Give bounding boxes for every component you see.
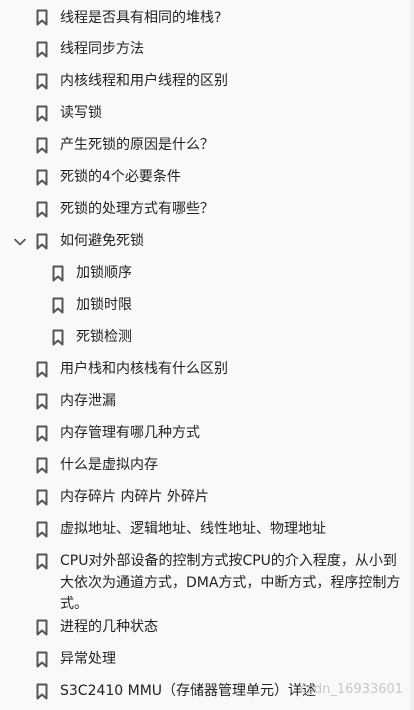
- bookmark-icon: [36, 361, 48, 378]
- bookmark-icon: [36, 201, 48, 218]
- outline-subitem-deadlock-detection[interactable]: 死锁检测: [0, 324, 414, 352]
- outline-item-s3c2410-mmu[interactable]: S3C2410 MMU（存储器管理单元）详述: [0, 678, 414, 706]
- bookmark-icon: [36, 9, 48, 26]
- outline-item-process-states[interactable]: 进程的几种状态: [0, 614, 414, 642]
- scrollbar[interactable]: [410, 0, 414, 710]
- outline-item-label: 虚拟地址、逻辑地址、线性地址、物理地址: [60, 521, 326, 537]
- outline-item-memory-fragmentation[interactable]: 内存碎片 内碎片 外碎片: [0, 484, 414, 512]
- outline-item-label: 用户栈和内核栈有什么区别: [60, 361, 228, 377]
- outline-item-exception-handling[interactable]: 异常处理: [0, 646, 414, 674]
- bookmark-icon: [36, 233, 48, 250]
- outline-item-label: 什么是虚拟内存: [60, 457, 158, 473]
- bookmark-icon: [36, 457, 48, 474]
- outline-item-label: 加锁时限: [76, 297, 132, 313]
- outline-item-user-kernel-stack[interactable]: 用户栈和内核栈有什么区别: [0, 356, 414, 384]
- outline-subitem-lock-timeout[interactable]: 加锁时限: [0, 292, 414, 320]
- outline-item-deadlock-cause[interactable]: 产生死锁的原因是什么？: [0, 132, 414, 160]
- document-outline-panel: 线程是否具有相同的堆栈? 线程同步方法 内核线程和用户线程的区别 读写锁 产生死…: [0, 0, 414, 710]
- outline-item-label: 读写锁: [60, 105, 102, 121]
- outline-item-virtual-memory[interactable]: 什么是虚拟内存: [0, 452, 414, 480]
- outline-item-rw-lock[interactable]: 读写锁: [0, 100, 414, 128]
- bookmark-icon: [52, 329, 64, 346]
- outline-item-label: 内核线程和用户线程的区别: [60, 73, 228, 89]
- outline-item-memory-management[interactable]: 内存管理有哪几种方式: [0, 420, 414, 448]
- outline-item-label: 死锁的处理方式有哪些？: [60, 201, 214, 217]
- bookmark-icon: [36, 683, 48, 700]
- outline-item-label: 如何避免死锁: [60, 233, 144, 249]
- outline-item-label: 进程的几种状态: [60, 619, 158, 635]
- outline-item-thread-stack[interactable]: 线程是否具有相同的堆栈?: [0, 4, 414, 32]
- chevron-down-icon[interactable]: [13, 235, 27, 249]
- outline-subitem-lock-order[interactable]: 加锁顺序: [0, 260, 414, 288]
- outline-item-label: 死锁的4个必要条件: [60, 169, 181, 185]
- outline-item-label: 异常处理: [60, 651, 116, 667]
- bookmark-icon: [52, 265, 64, 282]
- outline-item-label: 产生死锁的原因是什么？: [60, 137, 214, 153]
- outline-item-memory-leak[interactable]: 内存泄漏: [0, 388, 414, 416]
- outline-item-label: 加锁顺序: [76, 265, 132, 281]
- outline-item-deadlock-handling[interactable]: 死锁的处理方式有哪些？: [0, 196, 414, 224]
- bookmark-icon: [36, 169, 48, 186]
- outline-item-label: 线程是否具有相同的堆栈?: [60, 10, 222, 26]
- outline-item-thread-sync[interactable]: 线程同步方法: [0, 36, 414, 64]
- bookmark-icon: [36, 393, 48, 410]
- bookmark-icon: [36, 651, 48, 668]
- outline-item-cpu-io-control[interactable]: CPU对外部设备的控制方式按CPU的介入程度，从小到大依次为通道方式，DMA方式…: [0, 548, 414, 614]
- bookmark-icon: [36, 73, 48, 90]
- bookmark-icon: [52, 297, 64, 314]
- outline-item-address-types[interactable]: 虚拟地址、逻辑地址、线性地址、物理地址: [0, 516, 414, 544]
- outline-item-label: 内存泄漏: [60, 393, 116, 409]
- bookmark-icon: [36, 521, 48, 538]
- outline-item-label: 内存碎片 内碎片 外碎片: [60, 489, 209, 505]
- bookmark-icon: [36, 425, 48, 442]
- outline-item-kernel-user-thread[interactable]: 内核线程和用户线程的区别: [0, 68, 414, 96]
- outline-item-label: S3C2410 MMU（存储器管理单元）详述: [60, 683, 317, 699]
- bookmark-icon: [36, 619, 48, 636]
- bookmark-icon: [36, 137, 48, 154]
- bookmark-icon: [36, 41, 48, 58]
- bookmark-icon: [36, 553, 48, 570]
- outline-item-label: 线程同步方法: [60, 41, 144, 57]
- outline-item-avoid-deadlock[interactable]: 如何避免死锁: [0, 228, 414, 256]
- bookmark-icon: [36, 489, 48, 506]
- outline-item-deadlock-conditions[interactable]: 死锁的4个必要条件: [0, 164, 414, 192]
- outline-item-label: 内存管理有哪几种方式: [60, 425, 200, 441]
- outline-item-label: 死锁检测: [76, 329, 132, 345]
- bookmark-icon: [36, 105, 48, 122]
- outline-item-label: CPU对外部设备的控制方式按CPU的介入程度，从小到大依次为通道方式，DMA方式…: [60, 553, 401, 612]
